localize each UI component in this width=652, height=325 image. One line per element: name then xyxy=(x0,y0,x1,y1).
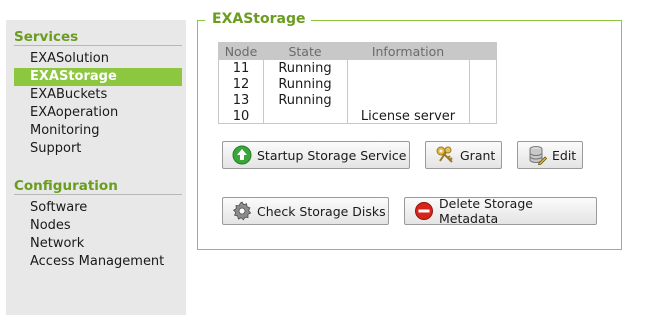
keys-icon xyxy=(436,146,453,163)
state-cell: Running xyxy=(278,61,332,76)
section-divider xyxy=(14,45,182,46)
startup-storage-service-button[interactable]: Startup Storage Service xyxy=(222,141,410,169)
table-row[interactable]: 12 Running xyxy=(219,77,496,93)
edit-button[interactable]: Edit xyxy=(517,141,583,169)
sidebar-item-nodes[interactable]: Nodes xyxy=(14,217,182,235)
state-cell: Running xyxy=(278,93,332,108)
node-cell: 10 xyxy=(232,109,250,124)
gear-icon xyxy=(232,201,252,221)
column-header-node: Node xyxy=(224,44,258,59)
table-row[interactable]: 13 Running xyxy=(219,93,496,109)
sidebar-item-network[interactable]: Network xyxy=(14,235,182,253)
sidebar-item-exaoperation[interactable]: EXAoperation xyxy=(14,104,182,122)
sidebar-item-access-management[interactable]: Access Management xyxy=(14,253,182,271)
panel-title: EXAStorage xyxy=(205,10,312,28)
database-edit-icon xyxy=(529,146,547,165)
sidebar-item-software[interactable]: Software xyxy=(14,199,182,217)
delete-storage-metadata-button[interactable]: Delete Storage Metadata xyxy=(404,196,597,226)
grant-button[interactable]: Grant xyxy=(425,141,502,169)
section-divider xyxy=(14,194,182,195)
sidebar-item-support[interactable]: Support xyxy=(14,140,182,158)
button-label: Edit xyxy=(552,147,577,163)
services-section-title: Services xyxy=(14,29,79,45)
button-label: Grant xyxy=(460,147,496,163)
arrow-up-green-icon xyxy=(232,145,252,165)
delete-red-icon xyxy=(415,202,433,220)
column-header-information: Information xyxy=(371,44,445,59)
information-cell: License server xyxy=(360,109,456,124)
button-label: Check Storage Disks xyxy=(257,203,386,219)
configuration-section-title: Configuration xyxy=(14,178,118,194)
node-cell: 11 xyxy=(232,61,250,76)
table-row[interactable]: 10 License server xyxy=(219,109,496,125)
check-storage-disks-button[interactable]: Check Storage Disks xyxy=(222,197,389,225)
sidebar-item-exabuckets[interactable]: EXABuckets xyxy=(14,86,182,104)
table-row[interactable]: 11 Running xyxy=(219,61,496,77)
sidebar: Services EXASolution EXAStorage EXABucke… xyxy=(6,20,186,315)
column-header-state: State xyxy=(288,44,322,59)
node-table: Node State Information 11 Running 12 Run… xyxy=(218,42,497,124)
sidebar-item-monitoring[interactable]: Monitoring xyxy=(14,122,182,140)
node-cell: 12 xyxy=(232,77,250,92)
sidebar-item-exastorage[interactable]: EXAStorage xyxy=(14,68,182,86)
sidebar-item-exasolution[interactable]: EXASolution xyxy=(14,50,182,68)
button-label: Startup Storage Service xyxy=(257,147,407,163)
state-cell: Running xyxy=(278,77,332,92)
table-header: Node State Information xyxy=(219,43,496,60)
node-cell: 13 xyxy=(232,93,250,108)
button-label: Delete Storage Metadata xyxy=(439,196,533,226)
